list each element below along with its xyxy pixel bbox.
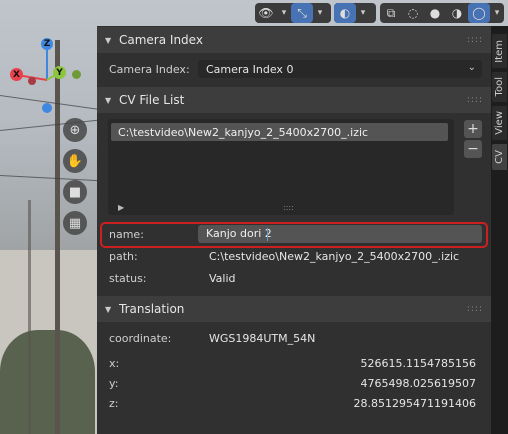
remove-item-button[interactable]: − xyxy=(464,140,482,158)
tree-shape xyxy=(0,330,95,434)
tab-label: Item xyxy=(494,39,505,63)
axis-y[interactable]: Y xyxy=(53,66,66,79)
eye-icon[interactable]: 👁 xyxy=(255,3,277,23)
panel-title: CV File List xyxy=(119,93,185,107)
axis-neg-z[interactable] xyxy=(42,103,52,113)
list-item[interactable]: C:\testvideo\New2_kanjyo_2_5400x2700_.iz… xyxy=(111,123,448,141)
camera-icon[interactable]: ■ xyxy=(63,180,87,204)
path-value: C:\testvideo\New2_kanjyo_2_5400x2700_.iz… xyxy=(209,250,460,263)
resize-grip-icon[interactable]: :::: xyxy=(283,203,294,212)
hand-pan-icon[interactable]: ✋ xyxy=(63,149,87,173)
camera-index-label: Camera Index: xyxy=(109,63,190,76)
axis-z[interactable]: Z xyxy=(41,38,53,50)
wireframe-shading-icon[interactable]: ◌ xyxy=(402,3,424,23)
coordinate-label: coordinate: xyxy=(109,332,172,345)
rendered-shading-icon[interactable]: ◯ xyxy=(468,3,490,23)
collapse-arrow-icon: ▼ xyxy=(105,304,112,314)
camera-index-dropdown[interactable]: Camera Index 0 ⌄ xyxy=(198,60,482,78)
chevron-down-icon[interactable]: ▾ xyxy=(490,3,504,23)
axis-neg-y[interactable] xyxy=(72,70,81,79)
chevron-down-icon: ⌄ xyxy=(467,62,476,73)
perspective-grid-icon[interactable]: ▦ xyxy=(63,211,87,235)
panel-title: Translation xyxy=(119,302,185,316)
shading-group: ⧉ ◌ ● ◑ ◯ ▾ xyxy=(380,3,504,23)
axis-neg-x[interactable] xyxy=(28,77,36,85)
drag-grip-icon[interactable]: :::: xyxy=(467,304,483,314)
tab-view[interactable]: View xyxy=(492,106,507,140)
tab-label: CV xyxy=(494,150,505,164)
x-label: x: xyxy=(109,357,120,370)
expand-arrow-icon[interactable]: ▶ xyxy=(118,203,124,212)
z-label: z: xyxy=(109,397,119,410)
drag-grip-icon[interactable]: :::: xyxy=(467,95,483,105)
chevron-down-icon[interactable]: ▾ xyxy=(313,3,327,23)
solid-shading-icon[interactable]: ● xyxy=(424,3,446,23)
status-value: Valid xyxy=(209,272,236,285)
panel-title: Camera Index xyxy=(119,33,203,47)
collapse-arrow-icon: ▼ xyxy=(105,35,112,45)
material-shading-icon[interactable]: ◑ xyxy=(446,3,468,23)
visibility-group: 👁 ▾ ⤡ ▾ xyxy=(255,3,331,23)
drag-grip-icon[interactable]: :::: xyxy=(467,35,483,45)
add-item-button[interactable]: + xyxy=(464,120,482,138)
cv-file-list-panel-header[interactable]: ▼ CV File List :::: xyxy=(97,87,491,113)
list-item-label: C:\testvideo\New2_kanjyo_2_5400x2700_.iz… xyxy=(118,125,369,139)
overlay-group: ◐ ▾ xyxy=(334,3,376,23)
tab-label: Tool xyxy=(494,77,505,97)
gizmo-icon[interactable]: ⤡ xyxy=(291,3,313,23)
tab-tool[interactable]: Tool xyxy=(492,72,507,102)
z-value[interactable]: 28.851295471191406 xyxy=(256,397,476,410)
y-value[interactable]: 4765498.025619507 xyxy=(256,377,476,390)
tab-label: View xyxy=(494,111,505,135)
chevron-down-icon[interactable]: ▾ xyxy=(356,3,370,23)
utility-pole xyxy=(28,200,31,434)
highlight-box xyxy=(100,222,488,248)
translation-panel-header[interactable]: ▼ Translation :::: xyxy=(97,296,491,322)
status-label: status: xyxy=(109,272,147,285)
chevron-down-icon[interactable]: ▾ xyxy=(277,3,291,23)
y-label: y: xyxy=(109,377,119,390)
camera-index-panel-header[interactable]: ▼ Camera Index :::: xyxy=(97,27,491,53)
collapse-arrow-icon: ▼ xyxy=(105,95,112,105)
cv-file-list[interactable]: C:\testvideo\New2_kanjyo_2_5400x2700_.iz… xyxy=(108,119,454,215)
xray-icon[interactable]: ⧉ xyxy=(380,3,402,23)
tab-item[interactable]: Item xyxy=(492,34,507,68)
sidebar-tabs: Item Tool View CV xyxy=(491,26,508,434)
coordinate-value: WGS1984UTM_54N xyxy=(209,332,316,345)
path-label: path: xyxy=(109,250,138,263)
overlay-icon[interactable]: ◐ xyxy=(334,3,356,23)
axis-x[interactable]: X xyxy=(10,68,23,81)
tab-cv[interactable]: CV xyxy=(492,144,507,170)
camera-index-value: Camera Index 0 xyxy=(206,62,294,76)
x-value[interactable]: 526615.1154785156 xyxy=(256,357,476,370)
zoom-icon[interactable]: ⊕ xyxy=(63,118,87,142)
